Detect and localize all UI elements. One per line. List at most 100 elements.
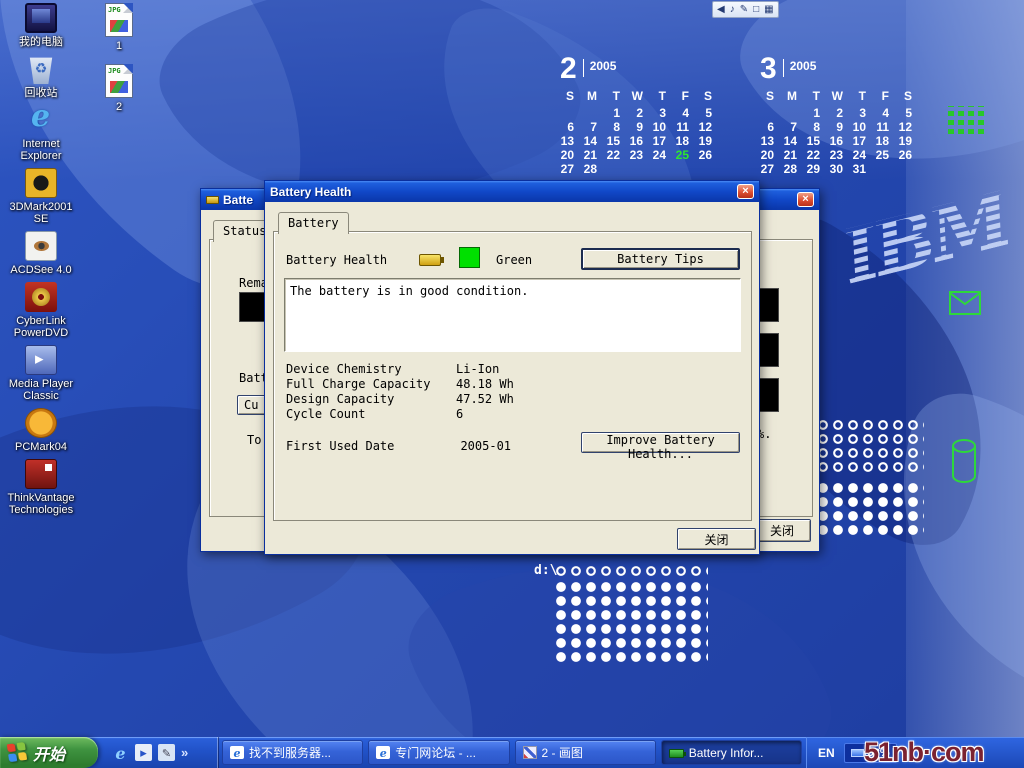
calendar-day	[556, 106, 579, 120]
battery-field-row: Device ChemistryLi-Ion	[286, 360, 514, 375]
jpg-file-icon: JPG	[105, 64, 133, 98]
drive-label: d:\	[534, 563, 557, 578]
calendar-day	[779, 106, 802, 120]
field-value: 6	[456, 407, 463, 421]
volume-icon[interactable]: ♪	[730, 5, 735, 15]
calendar-year: 2005	[590, 59, 617, 73]
desktop-icon-label: 1	[94, 40, 144, 52]
condition-textbox[interactable]: The battery is in good condition.	[284, 278, 741, 352]
internet-explorer-icon[interactable]	[112, 744, 129, 761]
battery-gauge	[757, 288, 779, 322]
calendar-year: 2005	[790, 59, 817, 73]
floating-toolbar[interactable]: ◀ ♪ ✎ □ ▦	[712, 1, 779, 18]
calendar-day: 19	[694, 134, 717, 148]
calendar-dow: S	[556, 89, 579, 106]
calendar-grid: SMTWTFS123456789101112131415161718192021…	[556, 89, 721, 176]
ie-page-icon	[230, 746, 244, 759]
dot-grid-decor	[556, 566, 708, 580]
thinkvantage-icon	[25, 459, 57, 489]
battery-gauge	[757, 378, 779, 412]
back-icon[interactable]: ◀	[717, 5, 725, 15]
dialog-titlebar[interactable]: Battery Health ×	[265, 181, 759, 202]
close-button[interactable]: 关闭	[677, 528, 756, 550]
calendar-day: 26	[894, 148, 917, 162]
calendar-day: 17	[648, 134, 671, 148]
desktop-icon-acdsee[interactable]: ACDSee 4.0	[2, 231, 80, 276]
battery-tips-button[interactable]: Battery Tips	[581, 248, 740, 270]
taskbar-task-ie-page[interactable]: 专门网论坛 - ...	[368, 740, 509, 765]
calendar-month: 3	[760, 56, 777, 82]
calendar-day: 15	[602, 134, 625, 148]
battery-field-row: Cycle Count6	[286, 405, 514, 420]
desktop-icon-jpg-2[interactable]: JPG 2	[94, 64, 144, 113]
calendar-day: 18	[671, 134, 694, 148]
desktop-icon-internet-explorer[interactable]: Internet Explorer	[2, 105, 80, 162]
calendar-day: 21	[579, 148, 602, 162]
desktop-icon-pcmark04[interactable]: PCMark04	[2, 408, 80, 453]
jpg-badge: JPG	[108, 67, 121, 75]
calendar-day: 24	[648, 148, 671, 162]
calendar-day: 11	[671, 120, 694, 134]
battery-gauge	[757, 333, 779, 367]
taskbar-task-paint[interactable]: 2 - 画图	[515, 740, 656, 765]
taskbar-task-battery[interactable]: Battery Infor...	[661, 740, 802, 765]
desktop-icon-label: 我的电脑	[2, 36, 80, 48]
desktop-icon-recycle-bin[interactable]: 回收站	[2, 54, 80, 99]
calendar-day: 29	[802, 162, 825, 176]
improve-battery-health-button[interactable]: Improve Battery Health...	[581, 432, 740, 453]
calendar-day: 4	[671, 106, 694, 120]
keyboard-icon[interactable]: ▦	[764, 5, 773, 15]
my-computer-icon	[25, 3, 57, 33]
battery-health-label: Battery Health	[286, 253, 387, 267]
desktop-icon-powerdvd[interactable]: CyberLink PowerDVD	[2, 282, 80, 339]
pen-icon[interactable]: ✎	[740, 5, 748, 15]
calendar-day: 13	[556, 134, 579, 148]
dialog-title: Battery Health	[270, 185, 351, 199]
field-value: 48.18 Wh	[456, 377, 514, 391]
calendar-dow: S	[756, 89, 779, 106]
close-icon[interactable]: ×	[737, 184, 754, 199]
desktop-icon-thinkvantage[interactable]: ThinkVantage Technologies	[2, 459, 80, 516]
battery-tray-icon	[851, 749, 864, 757]
cylinder-icon	[950, 438, 978, 486]
desktop-icon-jpg-1[interactable]: JPG 1	[94, 3, 144, 52]
media-player-icon[interactable]	[135, 744, 152, 761]
calendar-day: 7	[579, 120, 602, 134]
task-label: 2 - 画图	[542, 744, 583, 761]
calendar-dow: T	[802, 89, 825, 106]
desktop-icon-my-computer[interactable]: 我的电脑	[2, 3, 80, 48]
calendar-day: 10	[848, 120, 871, 134]
desktop-icon-3dmark2001[interactable]: 3DMark2001 SE	[2, 168, 80, 225]
calendar-dow: T	[602, 89, 625, 106]
desktop-icon-label: 2	[94, 101, 144, 113]
calendar-day: 30	[825, 162, 848, 176]
language-indicator[interactable]: EN	[818, 746, 835, 760]
start-label: 开始	[33, 741, 65, 765]
desktop-icon-label: 3DMark2001 SE	[2, 201, 80, 225]
calendar-day: 12	[694, 120, 717, 134]
close-icon[interactable]: ×	[797, 192, 814, 207]
taskbar-task-ie-page[interactable]: 找不到服务器...	[222, 740, 363, 765]
calendar-day: 12	[894, 120, 917, 134]
desktop-icon-mpc[interactable]: Media Player Classic	[2, 345, 80, 402]
jpg-badge: JPG	[108, 6, 121, 14]
calendar-day: 14	[779, 134, 802, 148]
calendar-day: 23	[625, 148, 648, 162]
windows-logo-icon	[7, 742, 28, 763]
calendar-day: 5	[894, 106, 917, 120]
task-label: Battery Infor...	[689, 746, 764, 760]
calendar-dow: T	[848, 89, 871, 106]
calendar-february-2005: 2 2005 SMTWTFS12345678910111213141516171…	[556, 56, 721, 176]
field-value: 47.52 Wh	[456, 392, 514, 406]
show-desktop-icon[interactable]	[158, 744, 175, 761]
tab-battery[interactable]: Battery	[278, 212, 349, 234]
keyboard-grid-icon	[948, 106, 986, 134]
calendar-day: 22	[802, 148, 825, 162]
quick-launch-overflow[interactable]: »	[181, 745, 188, 760]
calendar-day: 7	[779, 120, 802, 134]
start-button[interactable]: 开始	[0, 737, 98, 768]
display-icon[interactable]: □	[753, 5, 759, 15]
calendar-day: 19	[894, 134, 917, 148]
field-label: Full Charge Capacity	[286, 377, 456, 391]
close-button[interactable]: 关闭	[753, 519, 811, 542]
